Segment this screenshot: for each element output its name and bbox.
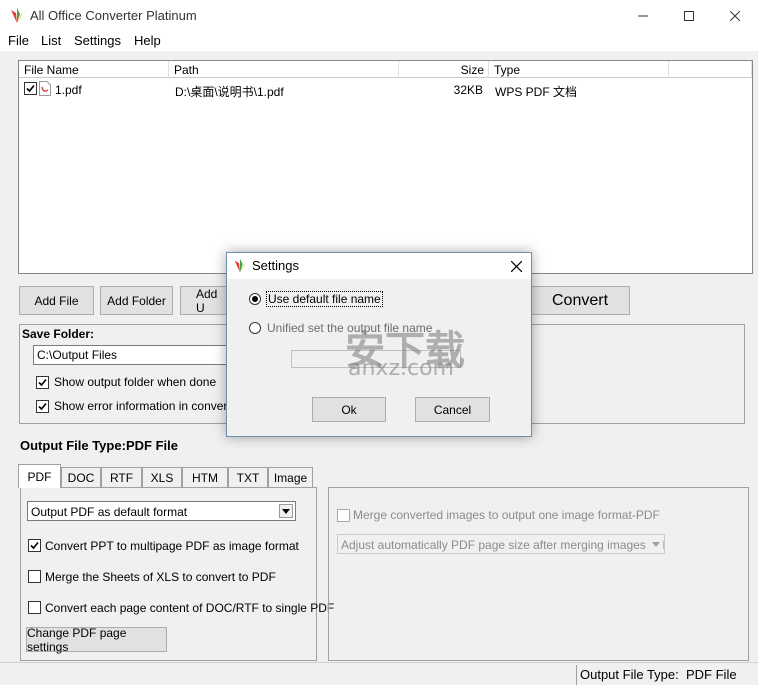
status-output-value: PDF File <box>686 667 737 682</box>
pdf-format-select[interactable]: Output PDF as default format <box>27 501 296 521</box>
adjust-dropdown-button[interactable] <box>648 536 663 552</box>
window-title: All Office Converter Platinum <box>30 8 197 23</box>
ok-button[interactable]: Ok <box>312 397 386 422</box>
show-output-checkbox[interactable] <box>36 376 49 389</box>
column-header-path[interactable]: Path <box>169 61 399 78</box>
show-output-label: Show output folder when done <box>54 375 217 389</box>
ppt-multipage-checkbox[interactable] <box>28 539 41 552</box>
checkmark-icon <box>38 402 47 411</box>
app-logo-icon <box>234 258 246 273</box>
close-icon <box>730 10 740 21</box>
output-type-value: PDF File <box>126 438 179 453</box>
adjust-page-size-value: Adjust automatically PDF page size after… <box>341 538 665 552</box>
menu-list[interactable]: List <box>41 33 61 48</box>
menu-file[interactable]: File <box>8 33 29 48</box>
adjust-page-size-select[interactable]: Adjust automatically PDF page size after… <box>337 534 665 554</box>
tab-image[interactable]: Image <box>268 467 313 487</box>
show-error-checkbox[interactable] <box>36 400 49 413</box>
add-file-button[interactable]: Add File <box>19 286 94 315</box>
file-size-cell: 32KB <box>453 83 483 97</box>
column-header-blank <box>669 61 752 78</box>
each-page-checkbox[interactable] <box>28 601 41 614</box>
tab-htm[interactable]: HTM <box>182 467 228 487</box>
chevron-down-icon <box>282 508 290 514</box>
cancel-button[interactable]: Cancel <box>415 397 490 422</box>
row-checkbox[interactable] <box>24 82 37 95</box>
app-logo-icon <box>11 8 23 23</box>
tab-pdf[interactable]: PDF <box>18 464 61 488</box>
menu-bar: File List Settings Help <box>0 31 758 51</box>
file-path-cell: D:\桌面\说明书\1.pdf <box>175 85 284 99</box>
status-output-label: Output File Type: <box>580 667 679 682</box>
add-url-button[interactable]: Add U <box>180 286 230 315</box>
pdf-format-value: Output PDF as default format <box>31 505 188 519</box>
close-icon[interactable] <box>511 261 522 272</box>
pdf-file-icon <box>39 81 51 96</box>
show-error-label: Show error information in conversion <box>54 399 226 413</box>
ppt-multipage-label: Convert PPT to multipage PDF as image fo… <box>45 539 299 553</box>
menu-help[interactable]: Help <box>134 33 161 48</box>
title-bar: All Office Converter Platinum <box>0 0 758 31</box>
merge-xls-checkbox[interactable] <box>28 570 41 583</box>
save-folder-label: Save Folder: <box>22 327 95 341</box>
watermark-url: anxz.com <box>348 356 454 381</box>
status-bar: Output File Type: PDF File <box>0 662 758 685</box>
tab-rtf[interactable]: RTF <box>101 467 142 487</box>
column-header-filename[interactable]: File Name <box>19 61 169 78</box>
dialog-title: Settings <box>252 258 299 273</box>
minimize-icon <box>638 15 648 16</box>
column-header-type[interactable]: Type <box>489 61 669 78</box>
file-list[interactable]: File Name Path Size Type 1.pdf D:\桌面\说明书… <box>18 60 753 274</box>
file-name-cell: 1.pdf <box>55 83 82 97</box>
close-button[interactable] <box>712 0 758 31</box>
maximize-icon <box>684 10 694 21</box>
maximize-button[interactable] <box>666 0 712 31</box>
tab-txt[interactable]: TXT <box>228 467 268 487</box>
merge-images-label: Merge converted images to output one ima… <box>353 508 660 522</box>
tab-xls[interactable]: XLS <box>142 467 182 487</box>
minimize-button[interactable] <box>620 0 666 31</box>
each-page-label: Convert each page content of DOC/RTF to … <box>45 601 335 615</box>
file-type-cell: WPS PDF 文档 <box>495 85 578 99</box>
radio-dot <box>252 296 258 302</box>
menu-settings[interactable]: Settings <box>74 33 121 48</box>
column-header-size[interactable]: Size <box>399 61 489 78</box>
default-name-label: Use default file name <box>266 291 383 307</box>
unified-name-radio[interactable] <box>249 322 261 334</box>
add-folder-button[interactable]: Add Folder <box>100 286 173 315</box>
merge-images-checkbox[interactable] <box>337 509 350 522</box>
default-name-radio[interactable] <box>249 293 261 305</box>
dialog-title-bar: Settings <box>227 253 531 279</box>
output-type-label: Output File Type: <box>20 438 126 453</box>
tab-doc[interactable]: DOC <box>61 467 101 487</box>
convert-button[interactable]: Convert <box>530 286 630 315</box>
checkmark-icon <box>38 378 47 387</box>
save-folder-input[interactable]: C:\Output Files <box>33 345 233 365</box>
checkmark-icon <box>26 84 35 93</box>
dropdown-button[interactable] <box>279 504 293 518</box>
change-pdf-page-settings-button[interactable]: Change PDF page settings <box>26 626 167 654</box>
checkmark-icon <box>30 541 39 550</box>
chevron-down-icon <box>651 541 660 547</box>
merge-xls-label: Merge the Sheets of XLS to convert to PD… <box>45 570 276 584</box>
